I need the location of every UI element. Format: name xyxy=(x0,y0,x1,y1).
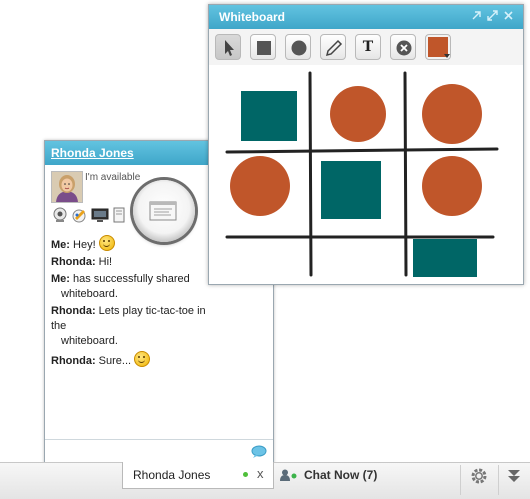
screen-share-icon[interactable] xyxy=(91,206,109,224)
tab-close-button[interactable]: x xyxy=(257,466,264,481)
square-mark[interactable] xyxy=(413,239,477,277)
message-sender: Rhonda: xyxy=(51,256,96,268)
gear-icon[interactable] xyxy=(470,467,488,485)
smile-emoji-icon xyxy=(134,351,151,367)
message-item: Me: Hey! xyxy=(51,235,221,253)
whiteboard-title-bar[interactable]: Whiteboard xyxy=(209,5,523,29)
square-mark[interactable] xyxy=(321,161,381,219)
separator xyxy=(460,465,461,495)
circle-mark[interactable] xyxy=(422,156,482,216)
whiteboard-title: Whiteboard xyxy=(219,10,285,24)
maximize-icon[interactable] xyxy=(487,10,498,23)
grid-line xyxy=(225,147,499,154)
message-text: Sure... xyxy=(98,355,132,367)
pointer-tool-button[interactable] xyxy=(215,34,241,60)
input-divider xyxy=(45,439,273,440)
clear-tool-button[interactable] xyxy=(390,34,416,60)
message-item: Rhonda: Sure... xyxy=(51,351,221,369)
separator xyxy=(498,465,499,495)
chat-tab-name: Rhonda Jones xyxy=(133,468,211,482)
bottom-bar: Rhonda Jones x Chat Now (7) xyxy=(0,462,530,499)
chat-bubble-icon[interactable] xyxy=(251,445,267,459)
grid-line xyxy=(403,71,408,277)
circle-tool-button[interactable] xyxy=(285,34,311,60)
popout-icon[interactable] xyxy=(471,10,482,23)
message-sender: Rhonda: xyxy=(51,305,96,317)
collapse-icon[interactable] xyxy=(506,467,522,485)
close-icon[interactable] xyxy=(503,10,514,23)
whiteboard-window: Whiteboard T xyxy=(208,4,524,285)
online-status-icon xyxy=(243,472,248,477)
square-mark[interactable] xyxy=(241,91,297,141)
dropdown-arrow-icon xyxy=(444,54,450,58)
circle-icon xyxy=(291,40,307,56)
text-tool-button[interactable]: T xyxy=(355,34,381,60)
contacts-icon xyxy=(280,469,300,481)
status-text: I'm available xyxy=(85,172,141,183)
message-list: Me: Hey! Rhonda: Hi! Me: has successfull… xyxy=(51,235,221,371)
message-item: Rhonda: Lets play tic-tac-toe in the whi… xyxy=(51,304,221,349)
message-sender: Rhonda: xyxy=(51,355,96,367)
pencil-icon xyxy=(325,39,343,57)
file-transfer-icon[interactable] xyxy=(111,206,129,224)
chat-tab[interactable]: Rhonda Jones x xyxy=(122,462,274,489)
smile-emoji-icon xyxy=(98,235,115,251)
color-picker-button[interactable] xyxy=(425,34,451,60)
message-sender: Me: xyxy=(51,273,70,285)
pencil-tool-button[interactable] xyxy=(320,34,346,60)
contact-name-link[interactable]: Rhonda Jones xyxy=(51,146,134,160)
message-item: Me: has successfully shared whiteboard. xyxy=(51,272,221,302)
message-text: Hey! xyxy=(73,239,96,251)
rectangle-tool-button[interactable] xyxy=(250,34,276,60)
message-text: Hi! xyxy=(98,256,113,268)
board-marks xyxy=(230,84,482,277)
paint-icon[interactable] xyxy=(71,206,89,224)
message-text-continued: whiteboard. xyxy=(61,335,118,347)
circle-mark[interactable] xyxy=(230,156,290,216)
message-sender: Me: xyxy=(51,239,70,251)
rectangle-icon xyxy=(257,41,271,55)
message-text-continued: whiteboard. xyxy=(61,288,118,300)
webcam-icon[interactable] xyxy=(51,206,69,224)
whiteboard-canvas[interactable] xyxy=(213,67,518,279)
circle-mark[interactable] xyxy=(422,84,482,144)
message-item: Rhonda: Hi! xyxy=(51,255,221,270)
whiteboard-toolbar: T xyxy=(209,29,523,65)
message-text: has successfully shared xyxy=(73,273,190,285)
contact-avatar xyxy=(51,171,83,203)
clear-icon xyxy=(396,40,412,56)
pointer-icon xyxy=(225,40,234,56)
circle-mark[interactable] xyxy=(330,86,386,142)
grid-line xyxy=(308,71,313,277)
chat-now-button[interactable]: Chat Now (7) xyxy=(304,468,377,482)
whiteboard-icon-magnified[interactable] xyxy=(133,180,195,242)
